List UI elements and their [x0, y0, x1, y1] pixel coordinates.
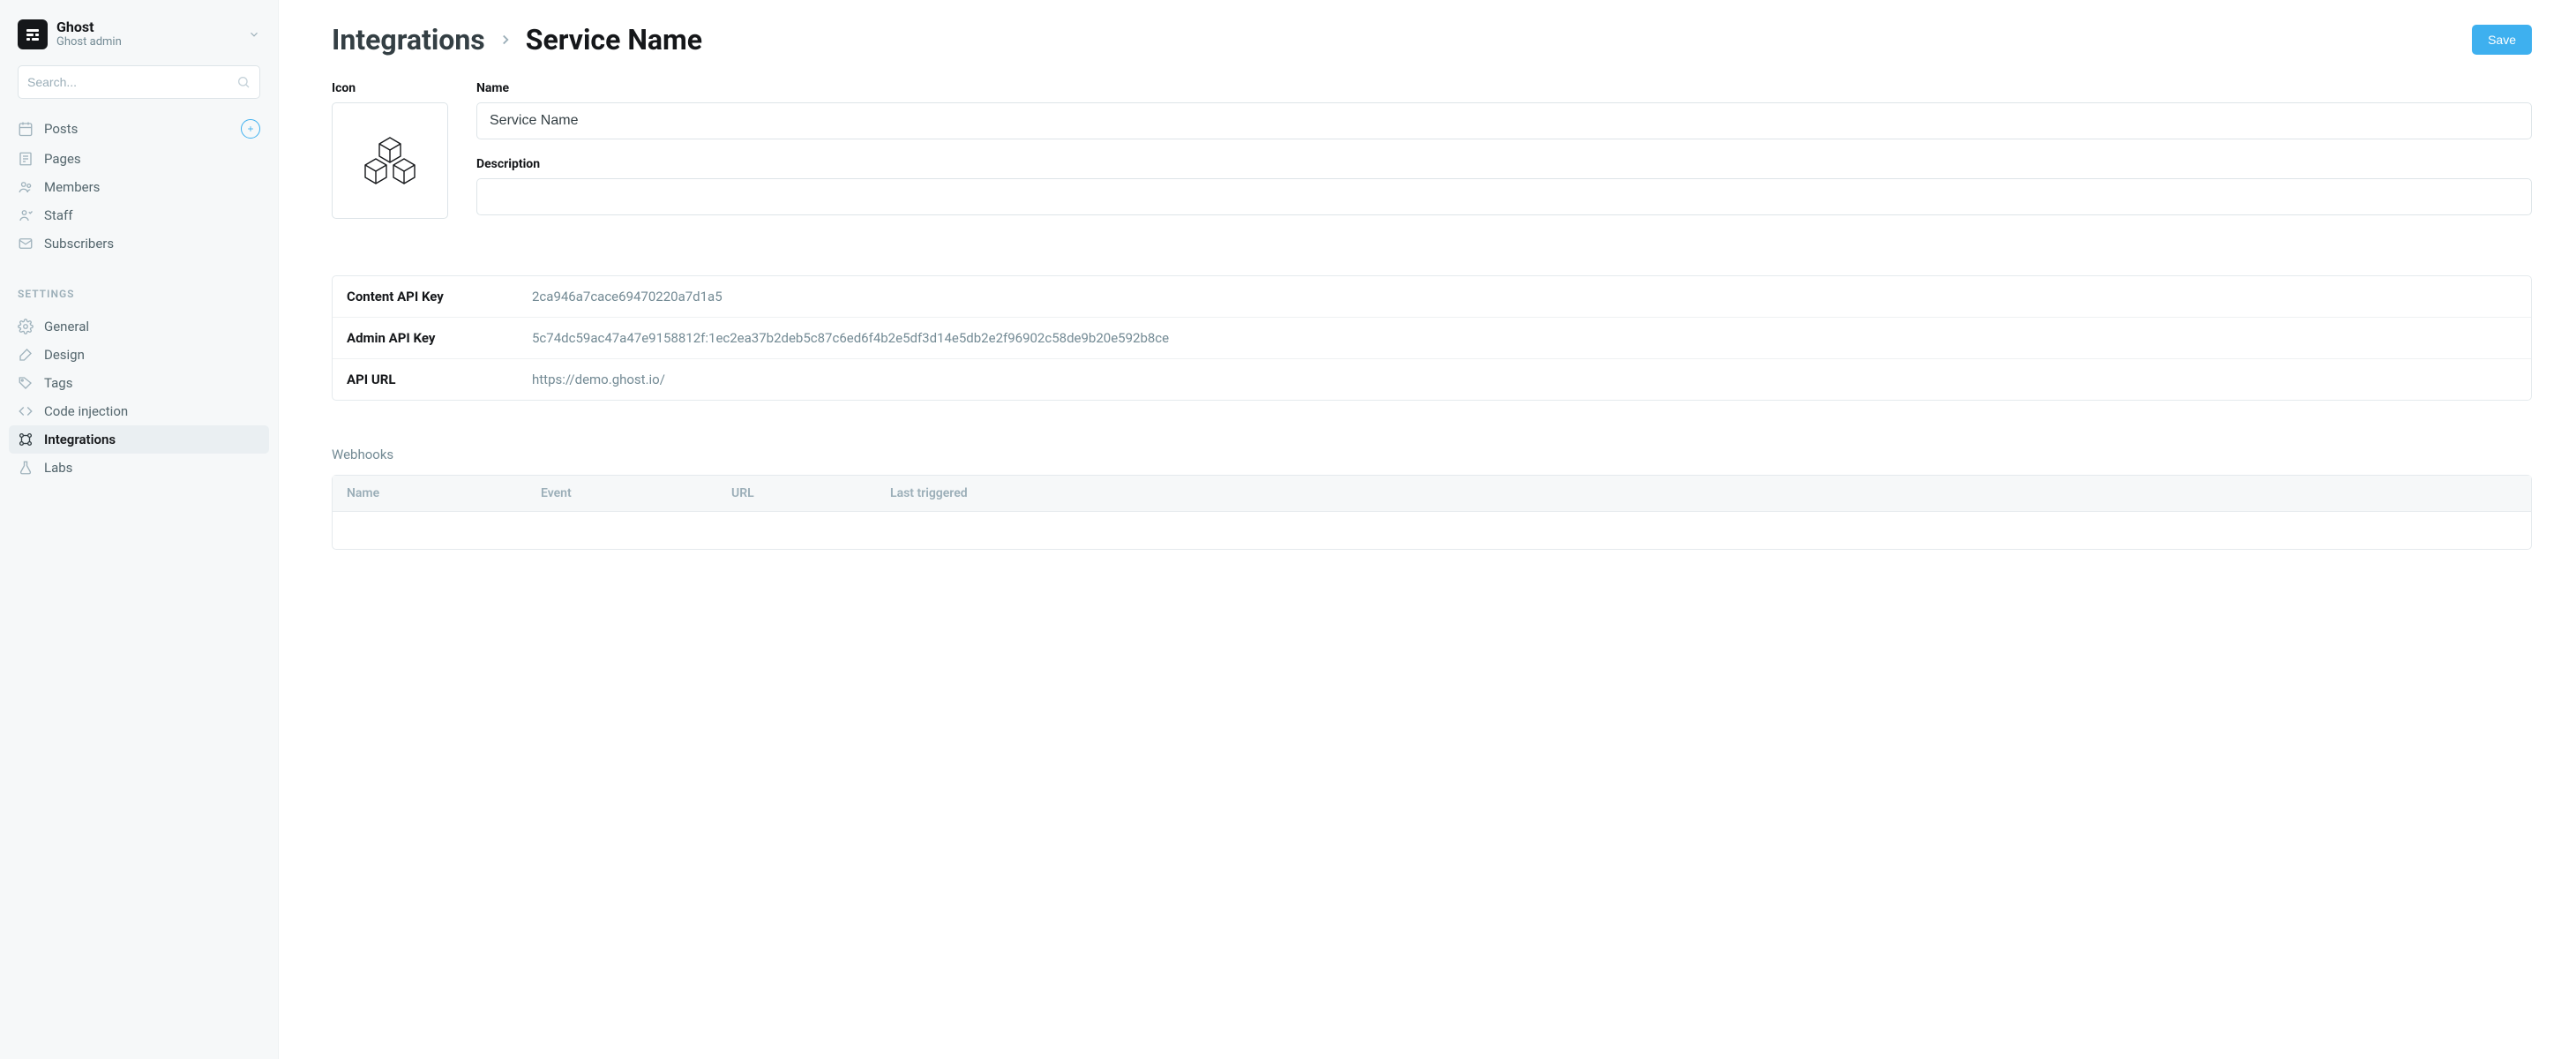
- api-row: Admin API Key 5c74dc59ac47a47e9158812f:1…: [333, 318, 2531, 359]
- settings-section-label: Settings: [0, 263, 278, 307]
- sidebar-item-label: Posts: [44, 121, 78, 137]
- main-content: Integrations Service Name Save Icon: [279, 0, 2576, 1059]
- chevron-right-icon: [498, 32, 513, 48]
- webhooks-col-event: Event: [541, 486, 731, 500]
- webhooks-col-last: Last triggered: [890, 486, 2517, 500]
- sidebar-item-design[interactable]: Design: [9, 341, 269, 369]
- api-row: API URL https://demo.ghost.io/: [333, 359, 2531, 400]
- sidebar-item-posts[interactable]: Posts: [9, 113, 269, 145]
- nav-settings: General Design Tags Code injection: [0, 307, 278, 487]
- sidebar-item-label: General: [44, 319, 89, 334]
- description-field-label: Description: [476, 157, 2532, 171]
- flask-icon: [18, 460, 34, 476]
- search-icon: [236, 75, 251, 89]
- description-input[interactable]: [476, 178, 2532, 215]
- breadcrumb: Integrations Service Name: [332, 23, 702, 56]
- sidebar-item-label: Design: [44, 347, 85, 363]
- sidebar-item-label: Pages: [44, 151, 81, 167]
- api-key-label: Admin API Key: [347, 330, 532, 346]
- sidebar-item-label: Labs: [44, 460, 72, 476]
- boxes-icon: [363, 136, 417, 185]
- sidebar-item-code-injection[interactable]: Code injection: [9, 397, 269, 425]
- tag-icon: [18, 375, 34, 391]
- sidebar-item-staff[interactable]: Staff: [9, 201, 269, 229]
- api-key-value[interactable]: 2ca946a7cace69470220a7d1a5: [532, 289, 2517, 304]
- sidebar: Ghost Ghost admin Posts: [0, 0, 279, 1059]
- sidebar-item-label: Members: [44, 179, 100, 195]
- add-post-button[interactable]: [241, 119, 260, 139]
- chevron-down-icon: [248, 28, 260, 41]
- webhooks-col-url: URL: [731, 486, 890, 500]
- members-icon: [18, 179, 34, 195]
- sidebar-item-label: Integrations: [44, 432, 116, 447]
- name-field-label: Name: [476, 81, 2532, 95]
- brush-icon: [18, 347, 34, 363]
- sidebar-item-integrations[interactable]: Integrations: [9, 425, 269, 454]
- site-logo-icon: [18, 19, 48, 49]
- webhooks-table-body: [333, 512, 2531, 549]
- search-input[interactable]: [27, 75, 236, 89]
- sidebar-item-pages[interactable]: Pages: [9, 145, 269, 173]
- api-keys-table: Content API Key 2ca946a7cace69470220a7d1…: [332, 275, 2532, 401]
- staff-icon: [18, 207, 34, 223]
- api-row: Content API Key 2ca946a7cace69470220a7d1…: [333, 276, 2531, 318]
- sidebar-item-label: Staff: [44, 207, 72, 223]
- code-icon: [18, 403, 34, 419]
- nav-main: Posts Pages Members: [0, 108, 278, 263]
- sidebar-item-labs[interactable]: Labs: [9, 454, 269, 482]
- api-key-value[interactable]: https://demo.ghost.io/: [532, 372, 2517, 387]
- sidebar-item-members[interactable]: Members: [9, 173, 269, 201]
- integrations-icon: [18, 432, 34, 447]
- site-switcher[interactable]: Ghost Ghost admin: [0, 0, 278, 60]
- webhooks-table-header: Name Event URL Last triggered: [333, 476, 2531, 512]
- sidebar-item-label: Subscribers: [44, 236, 114, 252]
- breadcrumb-current: Service Name: [526, 23, 702, 56]
- pages-icon: [18, 151, 34, 167]
- sidebar-item-general[interactable]: General: [9, 312, 269, 341]
- site-subtitle: Ghost admin: [56, 36, 239, 49]
- name-input[interactable]: [476, 102, 2532, 139]
- save-button[interactable]: Save: [2472, 25, 2532, 55]
- site-name: Ghost: [56, 19, 239, 35]
- sidebar-item-subscribers[interactable]: Subscribers: [9, 229, 269, 258]
- sidebar-item-tags[interactable]: Tags: [9, 369, 269, 397]
- calendar-icon: [18, 121, 34, 137]
- sidebar-item-label: Tags: [44, 375, 72, 391]
- gear-icon: [18, 319, 34, 334]
- api-key-value[interactable]: 5c74dc59ac47a47e9158812f:1ec2ea37b2deb5c…: [532, 330, 2517, 346]
- search-input-wrapper[interactable]: [18, 65, 260, 99]
- api-key-label: API URL: [347, 372, 532, 387]
- sidebar-item-label: Code injection: [44, 403, 128, 419]
- api-key-label: Content API Key: [347, 289, 532, 304]
- mail-icon: [18, 236, 34, 252]
- webhooks-col-name: Name: [347, 486, 541, 500]
- webhooks-table: Name Event URL Last triggered: [332, 475, 2532, 550]
- webhooks-section-label: Webhooks: [332, 447, 2532, 462]
- breadcrumb-root[interactable]: Integrations: [332, 23, 485, 56]
- icon-upload-dropzone[interactable]: [332, 102, 448, 219]
- icon-field-label: Icon: [332, 81, 448, 95]
